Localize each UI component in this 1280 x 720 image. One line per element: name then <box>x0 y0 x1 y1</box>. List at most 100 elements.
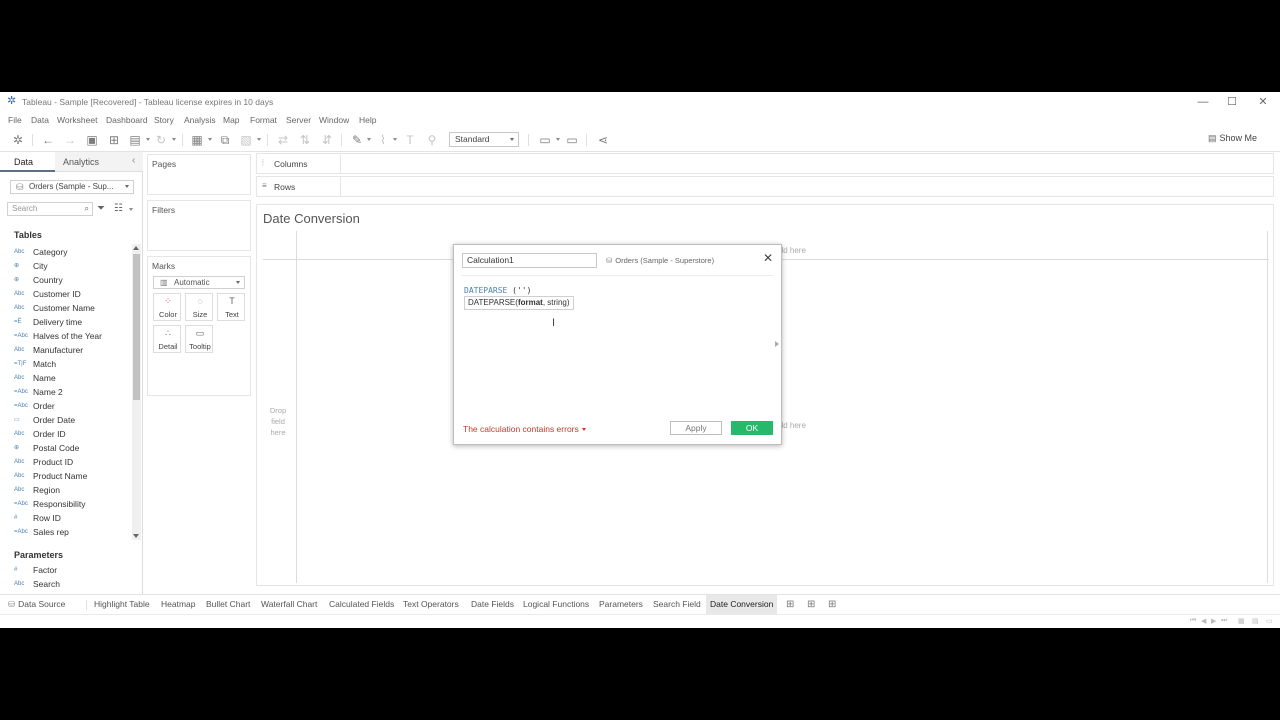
collapse-pane-icon[interactable]: ‹ <box>132 155 135 166</box>
last-sheet-icon[interactable]: ⏭ <box>1221 617 1227 625</box>
tab-bullet-chart[interactable]: Bullet Chart <box>206 595 250 614</box>
size-button[interactable]: ◌ Size <box>185 293 213 321</box>
view-options-icon[interactable]: ☷ <box>114 203 133 214</box>
clear-sheet-icon[interactable]: ▧ <box>239 132 253 148</box>
list-item[interactable]: Abc Order ID <box>0 428 130 442</box>
menu-window[interactable]: Window <box>319 115 349 125</box>
redo-icon[interactable]: → <box>62 132 78 148</box>
pause-updates-icon[interactable]: ▤ <box>128 132 142 148</box>
save-icon[interactable]: ▣ <box>84 132 100 148</box>
list-item[interactable]: Abc Customer Name <box>0 302 130 316</box>
list-item[interactable]: ⊕ Country <box>0 274 130 288</box>
tab-date-conversion[interactable]: Date Conversion <box>706 595 778 614</box>
minimize-button[interactable]: — <box>1188 94 1218 110</box>
list-item[interactable]: =Ë Delivery time <box>0 316 130 330</box>
show-labels-icon[interactable]: T <box>402 132 418 148</box>
menu-file[interactable]: File <box>8 115 22 125</box>
list-item[interactable]: # Factor <box>0 564 130 578</box>
calculation-name-input[interactable]: Calculation1 <box>462 253 597 268</box>
list-item[interactable]: =Abc Sales rep <box>0 526 130 540</box>
show-me-button[interactable]: ▤ Show Me <box>1208 133 1257 144</box>
menu-worksheet[interactable]: Worksheet <box>57 115 97 125</box>
presentation-mode-icon[interactable]: ▭ <box>564 132 580 148</box>
new-data-source-icon[interactable]: ⊞ <box>106 132 122 148</box>
show-filmstrip-icon[interactable]: ▦ <box>1238 617 1245 625</box>
apply-button[interactable]: Apply <box>670 421 722 435</box>
tab-heatmap[interactable]: Heatmap <box>161 595 196 614</box>
menu-dashboard[interactable]: Dashboard <box>106 115 148 125</box>
ok-button[interactable]: OK <box>731 421 773 435</box>
list-item[interactable]: Abc Name <box>0 372 130 386</box>
list-item[interactable]: =Abc Responsibility <box>0 498 130 512</box>
tab-parameters[interactable]: Parameters <box>599 595 643 614</box>
menu-server[interactable]: Server <box>286 115 311 125</box>
color-button[interactable]: ⁘ Color <box>153 293 181 321</box>
menu-help[interactable]: Help <box>359 115 376 125</box>
sort-descending-icon[interactable]: ⇵ <box>319 132 335 148</box>
maximize-button[interactable]: ☐ <box>1217 94 1247 110</box>
sort-ascending-icon[interactable]: ⇅ <box>297 132 313 148</box>
menu-map[interactable]: Map <box>223 115 240 125</box>
menu-story[interactable]: Story <box>154 115 174 125</box>
expand-panel-icon[interactable] <box>775 341 779 347</box>
list-item[interactable]: =T|F Match <box>0 358 130 372</box>
next-sheet-icon[interactable]: ▶ <box>1211 617 1216 625</box>
filter-icon[interactable]: ⏷ <box>97 203 105 214</box>
highlight-icon[interactable]: ✎ <box>350 132 364 148</box>
tableau-home-icon[interactable]: ✲ <box>10 132 26 148</box>
drop-field-rows[interactable]: Drop field here <box>263 405 293 438</box>
tab-text-operators[interactable]: Text Operators <box>403 595 459 614</box>
detail-button[interactable]: ∴ Detail <box>153 325 181 353</box>
undo-icon[interactable]: ← <box>40 132 56 148</box>
duplicate-sheet-icon[interactable]: ⧉ <box>217 132 233 148</box>
tab-highlight-table[interactable]: Highlight Table <box>94 595 150 614</box>
list-item[interactable]: ▭ Order Date <box>0 414 130 428</box>
text-button[interactable]: T Text <box>217 293 245 321</box>
list-item[interactable]: Abc Product ID <box>0 456 130 470</box>
tab-data[interactable]: Data <box>0 152 55 172</box>
tab-data-source[interactable]: ⛁ Data Source <box>8 595 65 614</box>
mark-type-select[interactable]: ▥ Automatic <box>153 276 245 289</box>
fit-select[interactable]: Standard <box>449 132 519 147</box>
menu-data[interactable]: Data <box>31 115 49 125</box>
first-sheet-icon[interactable]: ⏮ <box>1190 617 1196 625</box>
pages-card[interactable]: Pages <box>147 154 251 195</box>
show-sheet-sorter-icon[interactable]: ▤ <box>1252 617 1259 625</box>
swap-icon[interactable]: ⇄ <box>275 132 291 148</box>
list-item[interactable]: ⊕ City <box>0 260 130 274</box>
tab-logical-functions[interactable]: Logical Functions <box>523 595 589 614</box>
new-worksheet-icon[interactable]: ▦ <box>190 132 204 148</box>
show-tabs-icon[interactable]: ▭ <box>1266 617 1273 625</box>
previous-sheet-icon[interactable]: ◀ <box>1201 617 1206 625</box>
calculation-errors-dropdown[interactable]: The calculation contains errors <box>463 424 586 434</box>
list-item[interactable]: Abc Region <box>0 484 130 498</box>
filters-card[interactable]: Filters <box>147 200 251 251</box>
field-search-input[interactable]: Search ⌕ <box>7 202 93 216</box>
tooltip-button[interactable]: ▭ Tooltip <box>185 325 213 353</box>
fix-axes-icon[interactable]: ⚲ <box>424 132 440 148</box>
close-icon[interactable]: ✕ <box>763 251 773 265</box>
menu-analysis[interactable]: Analysis <box>184 115 216 125</box>
new-story-icon[interactable]: ⊞ <box>828 595 836 614</box>
list-item[interactable]: Abc Customer ID <box>0 288 130 302</box>
list-item[interactable]: =Abc Order <box>0 400 130 414</box>
list-item[interactable]: =Abc Name 2 <box>0 386 130 400</box>
columns-shelf[interactable]: ⦙ Columns <box>256 153 1274 174</box>
tab-search-field[interactable]: Search Field <box>653 595 701 614</box>
data-source-select[interactable]: ⛁ Orders (Sample - Sup... <box>10 180 134 194</box>
tab-date-fields[interactable]: Date Fields <box>471 595 514 614</box>
rows-shelf[interactable]: ≡ Rows <box>256 176 1274 197</box>
group-members-icon[interactable]: ⌇ <box>376 132 390 148</box>
scrollbar-thumb[interactable] <box>133 254 140 400</box>
list-item[interactable]: # Row ID <box>0 512 130 526</box>
list-item[interactable]: Abc Product Name <box>0 470 130 484</box>
list-item[interactable]: Abc Category <box>0 246 130 260</box>
share-icon[interactable]: ⋖ <box>595 132 611 148</box>
list-item[interactable]: =Abc Halves of the Year <box>0 330 130 344</box>
scroll-down-icon[interactable] <box>133 534 139 538</box>
refresh-icon[interactable]: ↻ <box>153 132 169 148</box>
menu-format[interactable]: Format <box>250 115 277 125</box>
scroll-up-icon[interactable] <box>133 246 139 250</box>
tab-waterfall-chart[interactable]: Waterfall Chart <box>261 595 317 614</box>
tab-analytics[interactable]: Analytics ‹ <box>55 152 143 172</box>
